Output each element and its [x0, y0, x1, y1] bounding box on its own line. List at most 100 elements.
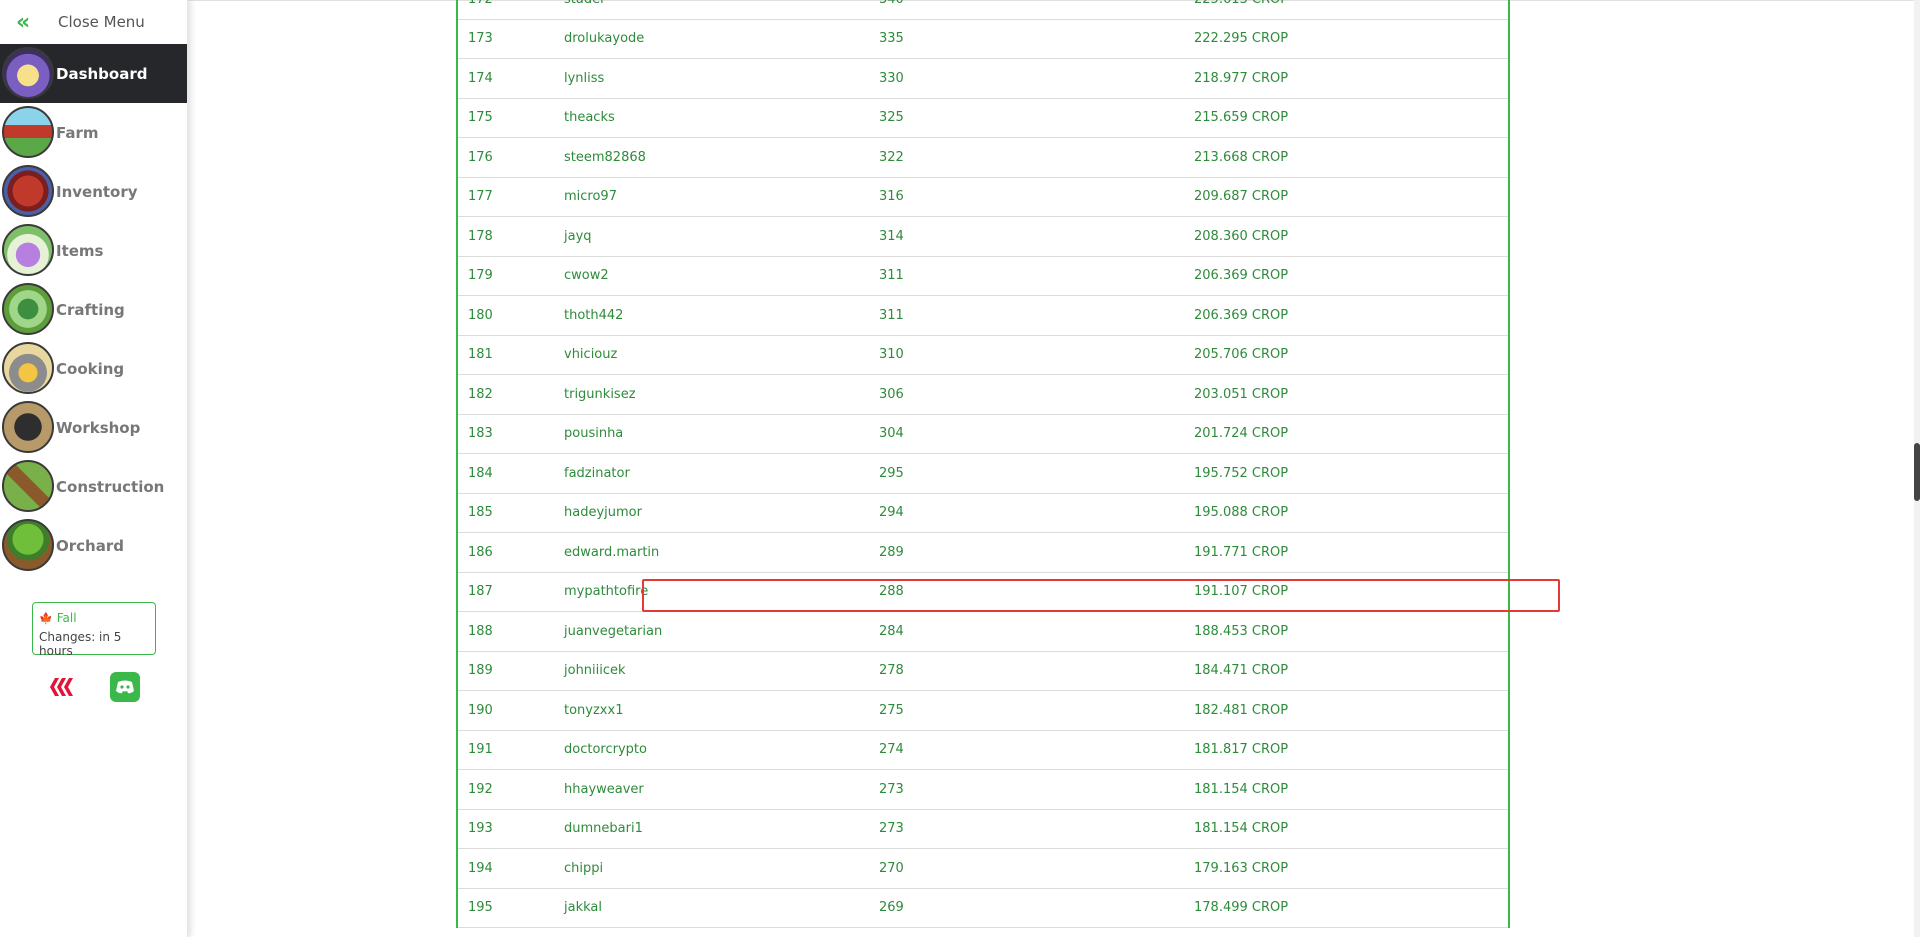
table-row[interactable]: 189 johniiicek 278 184.471 CROP — [458, 652, 1508, 691]
rank-cell: 192 — [468, 781, 493, 797]
name-cell: johniiicek — [564, 663, 626, 679]
rank-cell: 186 — [468, 544, 493, 560]
close-menu-button[interactable]: « Close Menu — [0, 0, 187, 44]
table-row[interactable]: 184 fadzinator 295 195.752 CROP — [458, 454, 1508, 494]
table-row[interactable]: 187 mypathtofire 288 191.107 CROP — [458, 573, 1508, 612]
inventory-icon — [2, 165, 54, 217]
reward-cell: 181.154 CROP — [1194, 821, 1289, 837]
table-row[interactable]: 183 pousinha 304 201.724 CROP — [458, 415, 1508, 454]
table-row[interactable]: 180 thoth442 311 206.369 CROP — [458, 296, 1508, 336]
rank-cell: 175 — [468, 110, 493, 126]
sidebar-item-construction[interactable]: Construction — [0, 457, 187, 516]
items-icon — [2, 224, 54, 276]
table-row[interactable]: 193 dumnebari1 273 181.154 CROP — [458, 810, 1508, 849]
rank-cell: 188 — [468, 623, 493, 639]
table-row[interactable]: 179 cwow2 311 206.369 CROP — [458, 257, 1508, 296]
rank-cell: 185 — [468, 505, 493, 521]
rank-cell: 176 — [468, 149, 493, 165]
reward-cell: 209.687 CROP — [1194, 189, 1289, 205]
sidebar-item-label: Construction — [56, 477, 165, 496]
table-row[interactable]: 173 drolukayode 335 222.295 CROP — [458, 20, 1508, 59]
table-row[interactable]: 182 trigunkisez 306 203.051 CROP — [458, 375, 1508, 415]
reward-cell: 205.706 CROP — [1194, 347, 1289, 363]
table-row[interactable]: 190 tonyzxx1 275 182.481 CROP — [458, 691, 1508, 731]
score-cell: 284 — [879, 623, 904, 639]
rank-cell: 184 — [468, 465, 493, 481]
name-cell: juanvegetarian — [564, 623, 663, 639]
score-cell: 289 — [879, 544, 904, 560]
score-cell: 335 — [879, 31, 904, 47]
table-row[interactable]: 192 hhayweaver 273 181.154 CROP — [458, 770, 1508, 810]
sidebar-item-label: Inventory — [56, 182, 138, 201]
scrollbar-thumb[interactable] — [1914, 443, 1920, 501]
name-cell: doctorcrypto — [564, 742, 647, 758]
score-cell: 288 — [879, 584, 904, 600]
score-cell: 316 — [879, 189, 904, 205]
sidebar-item-inventory[interactable]: Inventory — [0, 162, 187, 221]
rank-cell: 179 — [468, 268, 493, 284]
name-cell: thoth442 — [564, 307, 624, 323]
table-row[interactable]: 178 jayq 314 208.360 CROP — [458, 217, 1508, 257]
table-row[interactable]: 186 edward.martin 289 191.771 CROP — [458, 533, 1508, 573]
table-row[interactable]: 176 steem82868 322 213.668 CROP — [458, 138, 1508, 178]
double-chevron-left-icon: « — [16, 9, 30, 35]
score-cell: 274 — [879, 742, 904, 758]
name-cell: trigunkisez — [564, 386, 636, 402]
reward-cell: 222.295 CROP — [1194, 31, 1289, 47]
season-changes: Changes: in 5 hours — [39, 630, 122, 658]
cooking-icon — [2, 342, 54, 394]
hive-icon[interactable] — [46, 672, 76, 702]
reward-cell: 206.369 CROP — [1194, 268, 1289, 284]
sidebar-item-cooking[interactable]: Cooking — [0, 339, 187, 398]
table-row[interactable]: 174 lynliss 330 218.977 CROP — [458, 59, 1508, 99]
table-row[interactable]: 188 juanvegetarian 284 188.453 CROP — [458, 612, 1508, 652]
dashboard-icon — [2, 47, 54, 99]
sidebar-item-items[interactable]: Items — [0, 221, 187, 280]
rank-cell: 189 — [468, 663, 493, 679]
rank-cell: 191 — [468, 742, 493, 758]
score-cell: 294 — [879, 505, 904, 521]
name-cell: tonyzxx1 — [564, 702, 624, 718]
discord-icon[interactable] — [110, 672, 140, 702]
name-cell: stader — [564, 0, 879, 7]
sidebar-item-workshop[interactable]: Workshop — [0, 398, 187, 457]
reward-cell: 218.977 CROP — [1194, 70, 1289, 86]
rank-cell: 178 — [468, 228, 493, 244]
sidebar-item-label: Crafting — [56, 300, 125, 319]
construction-icon — [2, 460, 54, 512]
rank-cell: 194 — [468, 860, 493, 876]
table-row[interactable]: 172stader340225.613 CROP — [458, 0, 1508, 20]
score-cell: 330 — [879, 70, 904, 86]
sidebar-item-orchard[interactable]: Orchard — [0, 516, 187, 575]
table-row[interactable]: 191 doctorcrypto 274 181.817 CROP — [458, 731, 1508, 770]
sidebar: « Close Menu Dashboard Farm Inventory It… — [0, 0, 188, 937]
reward-cell: 206.369 CROP — [1194, 307, 1289, 323]
sidebar-item-label: Cooking — [56, 359, 125, 378]
table-row[interactable]: 175 theacks 325 215.659 CROP — [458, 99, 1508, 138]
rank-cell: 187 — [468, 584, 493, 600]
name-cell: mypathtofire — [564, 584, 649, 600]
table-row[interactable]: 181 vhiciouz 310 205.706 CROP — [458, 336, 1508, 375]
sidebar-item-label: Farm — [56, 123, 99, 142]
reward-cell: 195.752 CROP — [1194, 465, 1289, 481]
sidebar-item-dashboard[interactable]: Dashboard — [0, 44, 187, 103]
rank-cell: 193 — [468, 821, 493, 837]
table-row[interactable]: 194 chippi 270 179.163 CROP — [458, 849, 1508, 889]
reward-cell: 208.360 CROP — [1194, 228, 1289, 244]
table-row[interactable]: 177 micro97 316 209.687 CROP — [458, 178, 1508, 217]
workshop-icon — [2, 401, 54, 453]
name-cell: chippi — [564, 860, 604, 876]
reward-cell: 188.453 CROP — [1194, 623, 1289, 639]
score-cell: 340 — [879, 0, 1194, 7]
name-cell: drolukayode — [564, 31, 645, 47]
score-cell: 273 — [879, 821, 904, 837]
table-row[interactable]: 185 hadeyjumor 294 195.088 CROP — [458, 494, 1508, 533]
main-content: 172stader340225.613 CROP 173 drolukayode 33… — [188, 0, 1920, 937]
sidebar-item-farm[interactable]: Farm — [0, 103, 187, 162]
score-cell: 325 — [879, 110, 904, 126]
sidebar-item-crafting[interactable]: Crafting — [0, 280, 187, 339]
reward-cell: 225.613 CROP — [1194, 0, 1508, 7]
reward-cell: 181.154 CROP — [1194, 781, 1289, 797]
close-menu-label: Close Menu — [58, 13, 145, 31]
table-row[interactable]: 195 jakkal 269 178.499 CROP — [458, 889, 1508, 928]
